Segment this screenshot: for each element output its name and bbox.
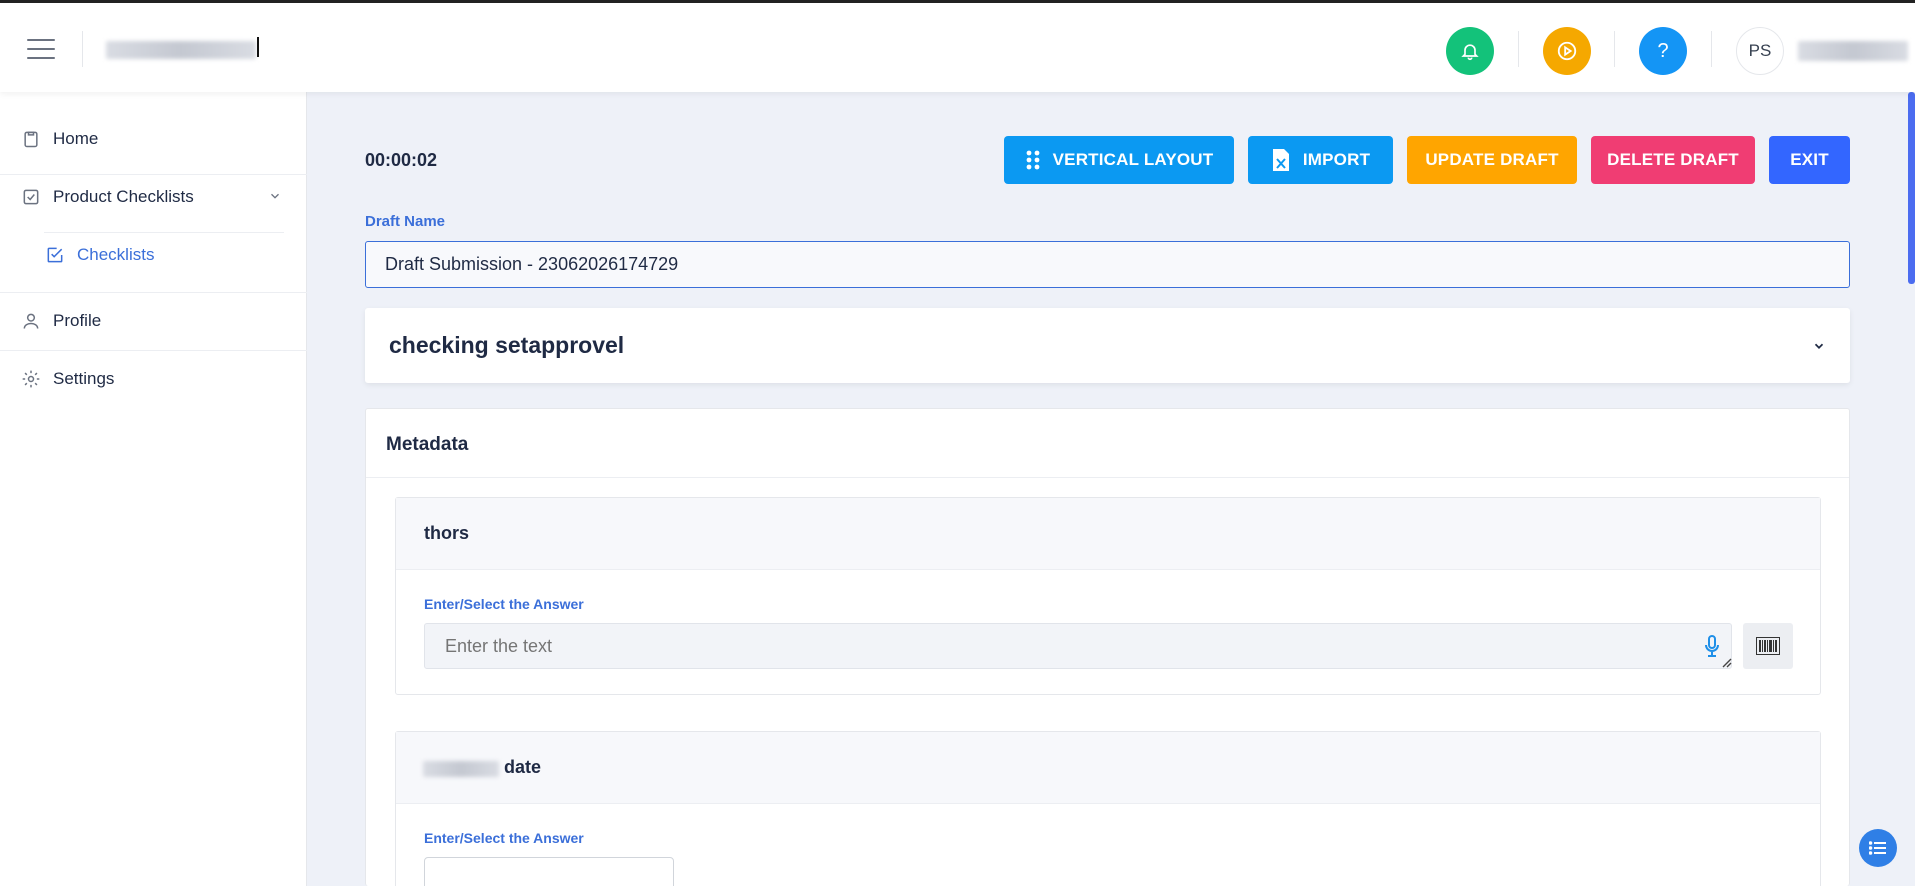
avatar[interactable]: PS	[1736, 27, 1784, 75]
sidebar-item-label: Product Checklists	[53, 187, 194, 206]
draft-name-label: Draft Name	[365, 213, 446, 230]
user-icon	[20, 310, 42, 332]
sidebar-item-label: Profile	[53, 311, 102, 330]
top-bar: ? PS	[0, 0, 1915, 92]
chevron-down-icon[interactable]	[1812, 339, 1826, 358]
question-card: thors Enter/Select the Answer	[395, 497, 1821, 695]
question-header: thors	[396, 498, 1820, 570]
answer-label: Enter/Select the Answer	[424, 830, 584, 846]
excel-file-icon	[1271, 148, 1291, 172]
redacted-user-name	[1798, 41, 1908, 61]
sidebar-item-profile[interactable]: Profile	[0, 306, 307, 336]
gear-icon	[20, 368, 42, 390]
date-input[interactable]	[424, 857, 674, 886]
draft-name-input[interactable]	[365, 241, 1850, 288]
grid-icon	[1025, 150, 1041, 170]
checkbox-icon	[20, 186, 42, 208]
question-card: date Enter/Select the Answer	[395, 731, 1821, 886]
vertical-layout-button[interactable]: VERTICAL LAYOUT	[1004, 136, 1234, 184]
sidebar-item-label: Home	[53, 129, 99, 148]
list-icon[interactable]	[1859, 829, 1897, 867]
play-circle-icon[interactable]	[1543, 27, 1591, 75]
sidebar-item-checklists[interactable]: Checklists	[0, 240, 307, 270]
timer: 00:00:02	[365, 150, 438, 170]
chevron-down-icon[interactable]	[268, 188, 282, 208]
resize-handle-icon[interactable]	[1720, 655, 1732, 673]
divider	[0, 292, 307, 293]
clipboard-icon	[20, 128, 42, 150]
question-header: date	[396, 732, 1820, 804]
check-square-icon	[44, 244, 66, 266]
checklist-accordion[interactable]: checking setapprovel	[365, 308, 1850, 383]
update-draft-button[interactable]: UPDATE DRAFT	[1407, 136, 1577, 184]
microphone-icon[interactable]	[1704, 635, 1720, 662]
divider	[0, 350, 307, 351]
hamburger-icon[interactable]	[27, 39, 55, 59]
divider	[44, 232, 284, 233]
sidebar-item-product-checklists[interactable]: Product Checklists	[0, 182, 307, 212]
redacted-org-name	[106, 41, 256, 59]
text-cursor	[257, 37, 259, 57]
sidebar-item-settings[interactable]: Settings	[0, 364, 307, 394]
question-title: thors	[424, 523, 469, 543]
divider	[1518, 31, 1519, 67]
divider	[0, 174, 307, 175]
answer-label: Enter/Select the Answer	[424, 596, 584, 612]
exit-button[interactable]: EXIT	[1769, 136, 1850, 184]
divider	[82, 31, 83, 67]
barcode-icon[interactable]	[1743, 623, 1793, 669]
divider	[1614, 31, 1615, 67]
sidebar-item-label: Checklists	[77, 245, 155, 264]
checklist-title: checking setapprovel	[389, 332, 625, 358]
import-button[interactable]: IMPORT	[1248, 136, 1393, 184]
divider	[366, 477, 1849, 478]
delete-draft-button[interactable]: DELETE DRAFT	[1591, 136, 1755, 184]
bell-icon[interactable]	[1446, 27, 1494, 75]
scrollbar[interactable]	[1908, 92, 1915, 284]
sidebar: Home Product Checklists Checklists Profi…	[0, 92, 307, 886]
metadata-title: Metadata	[386, 434, 469, 455]
redacted-text	[423, 761, 499, 777]
question-icon[interactable]: ?	[1639, 27, 1687, 75]
divider	[1711, 31, 1712, 67]
sidebar-item-label: Settings	[53, 369, 115, 388]
question-title: date	[504, 757, 542, 777]
sidebar-item-home[interactable]: Home	[0, 124, 307, 154]
answer-text-input[interactable]	[424, 623, 1732, 669]
